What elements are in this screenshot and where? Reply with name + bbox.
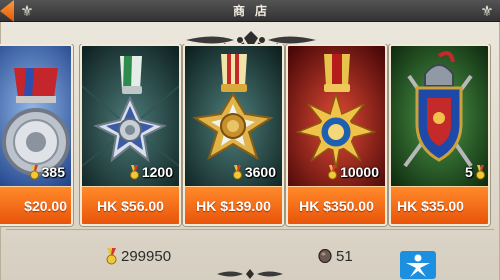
price-button[interactable]: HK $56.00 (82, 186, 179, 224)
page-title: 商店 (232, 4, 277, 18)
medal-currency-icon (475, 164, 485, 179)
medal-count-value: 5 (465, 164, 473, 180)
medal-balance-value: 299950 (121, 247, 172, 265)
shop-item-card[interactable]: 1200 HK $56.00 (80, 44, 181, 226)
gem-balance: 51 (318, 246, 353, 266)
medal-count: 5 (465, 163, 485, 181)
medal-currency-icon (106, 247, 117, 264)
medal-currency-icon (232, 164, 242, 179)
medal-count-value: 10000 (340, 164, 379, 180)
footer-divider (6, 229, 494, 230)
medal-currency-icon (328, 164, 338, 179)
gem-balance-value: 51 (336, 247, 353, 265)
medal-balance: 299950 (106, 246, 171, 266)
medal-count-value: 1200 (141, 164, 173, 180)
title-bar: ⚜ 商店 ⚜ (0, 0, 500, 22)
price-button[interactable]: HK $35.00 (391, 186, 488, 224)
shop-item-card[interactable]: 3600 HK $139.00 (183, 44, 284, 226)
medal-currency-icon (129, 164, 139, 179)
medal-count: 385 (0, 163, 65, 181)
item-carousel[interactable]: 385 $20.00 1200 HK $56.00 3600 HK $139.0… (0, 44, 500, 228)
ornament-divider-icon (217, 269, 283, 279)
gem-currency-icon (318, 249, 332, 263)
price-button[interactable]: HK $350.00 (288, 186, 385, 224)
medal-count-value: 385 (41, 164, 65, 180)
watermark-logo-icon (400, 251, 436, 279)
price-button[interactable]: HK $139.00 (185, 186, 282, 224)
price-button[interactable]: $20.00 (0, 186, 71, 224)
medal-count: 3600 (193, 163, 276, 181)
medal-count: 1200 (90, 163, 173, 181)
medal-currency-icon (29, 164, 39, 179)
fleur-de-lis-icon: ⚜ (480, 2, 494, 20)
shop-item-card[interactable]: 10000 HK $350.00 (286, 44, 387, 226)
shop-item-card[interactable]: 385 $20.00 (0, 44, 73, 226)
shop-item-card[interactable]: 5 HK $35.00 (389, 44, 490, 226)
medal-count-value: 3600 (244, 164, 276, 180)
medal-count: 10000 (296, 163, 379, 181)
currency-footer: 299950 51 (0, 228, 500, 280)
